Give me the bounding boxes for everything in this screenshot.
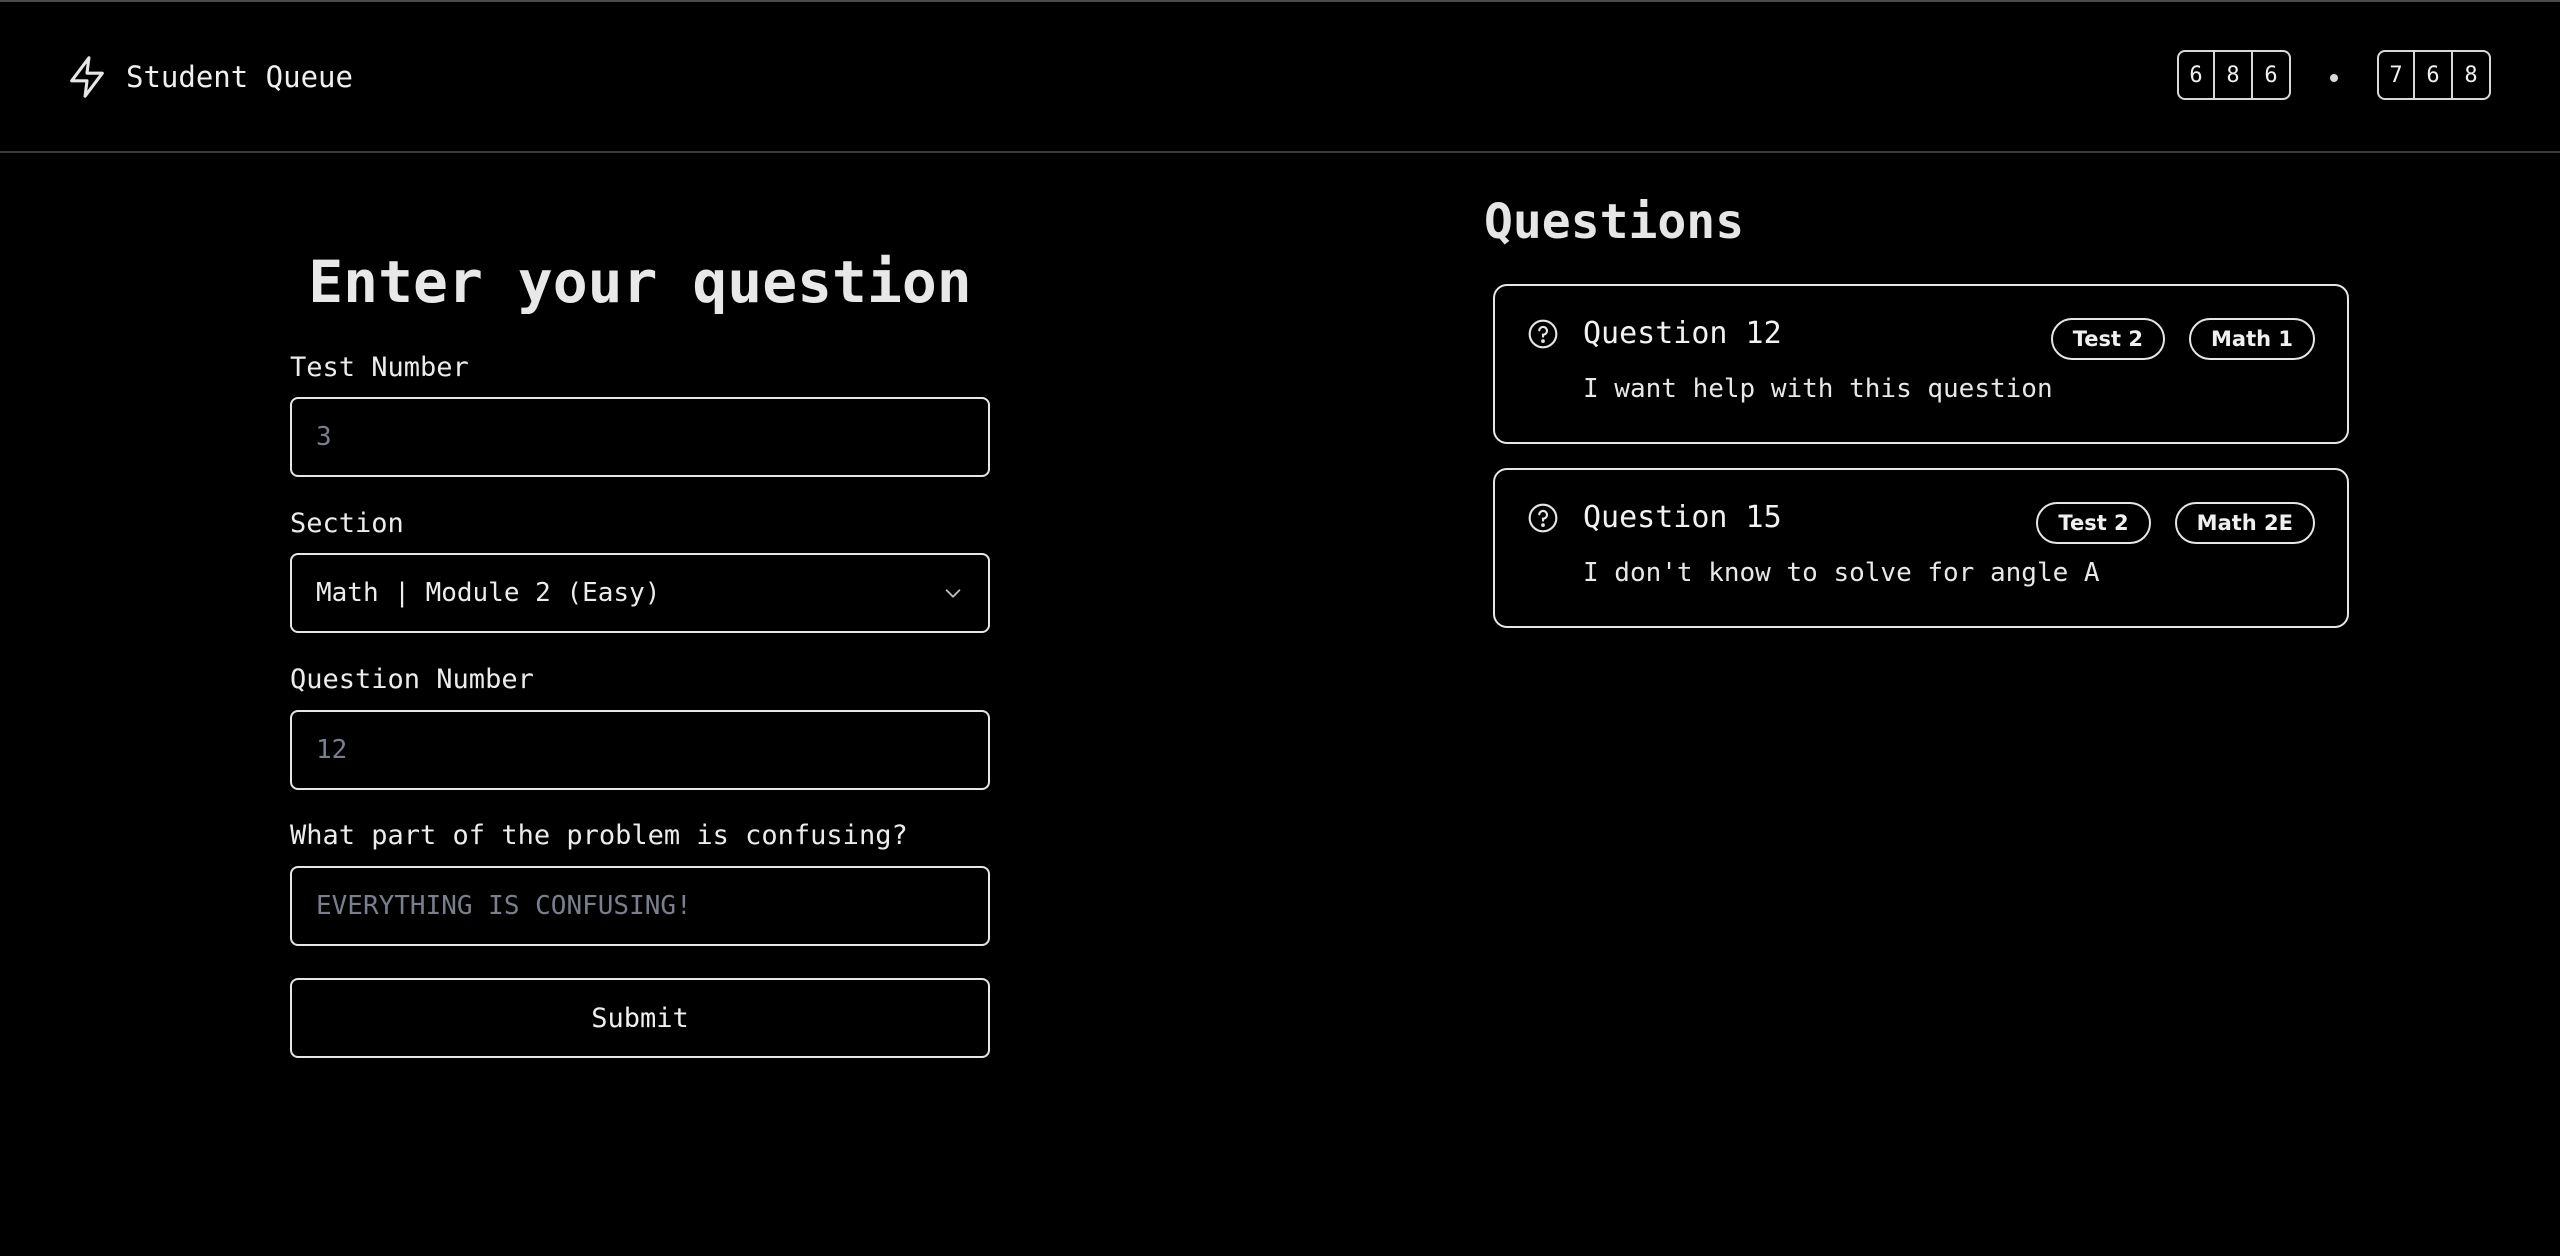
question-card[interactable]: Question 12 Test 2 Math 1 I want help wi… xyxy=(1493,284,2349,444)
confusing-label: What part of the problem is confusing? xyxy=(290,820,908,851)
section-badge: Math 2E xyxy=(2174,502,2315,544)
room-code-right: 7 6 8 xyxy=(2377,50,2491,100)
help-circle-icon xyxy=(1528,503,1558,533)
code-digit: 6 xyxy=(2415,50,2453,100)
code-digit: 8 xyxy=(2215,50,2253,100)
question-title: Question 15 xyxy=(1583,500,1782,535)
code-digit: 6 xyxy=(2177,50,2215,100)
question-number-label: Question Number xyxy=(290,664,534,695)
test-badge: Test 2 xyxy=(2050,318,2166,360)
confusing-input[interactable]: EVERYTHING IS CONFUSING! xyxy=(290,866,990,946)
test-number-input[interactable]: 3 xyxy=(290,397,990,477)
lightning-bolt-icon xyxy=(70,56,104,98)
question-badges: Test 2 Math 1 xyxy=(2050,318,2315,360)
section-selected-value: Math | Module 2 (Easy) xyxy=(316,578,661,608)
submit-button[interactable]: Submit xyxy=(290,978,990,1058)
code-digit: 6 xyxy=(2253,50,2291,100)
app-header: Student Queue 6 8 6 7 6 8 xyxy=(0,2,2560,153)
chevron-down-icon xyxy=(945,589,961,598)
test-number-label: Test Number xyxy=(290,352,469,383)
section-label: Section xyxy=(290,508,404,539)
questions-heading: Questions xyxy=(1484,194,1745,250)
app-title: Student Queue xyxy=(126,60,353,94)
question-description: I want help with this question xyxy=(1583,374,2053,404)
question-card[interactable]: Question 15 Test 2 Math 2E I don't know … xyxy=(1493,468,2349,628)
section-select[interactable]: Math | Module 2 (Easy) xyxy=(290,553,990,633)
test-number-placeholder: 3 xyxy=(316,422,332,452)
confusing-placeholder: EVERYTHING IS CONFUSING! xyxy=(316,891,692,921)
question-title: Question 12 xyxy=(1583,316,1782,351)
room-code-left: 6 8 6 xyxy=(2177,50,2291,100)
section-badge: Math 1 xyxy=(2189,318,2315,360)
form-title: Enter your question xyxy=(308,248,972,316)
test-badge: Test 2 xyxy=(2036,502,2151,544)
code-digit: 7 xyxy=(2377,50,2415,100)
question-description: I don't know to solve for angle A xyxy=(1583,558,2100,588)
code-separator-dot xyxy=(2330,74,2338,82)
question-number-placeholder: 12 xyxy=(316,735,348,765)
help-circle-icon xyxy=(1528,319,1558,349)
code-digit: 8 xyxy=(2453,50,2491,100)
question-number-input[interactable]: 12 xyxy=(290,710,990,790)
brand[interactable]: Student Queue xyxy=(64,54,353,100)
question-badges: Test 2 Math 2E xyxy=(2036,502,2315,544)
